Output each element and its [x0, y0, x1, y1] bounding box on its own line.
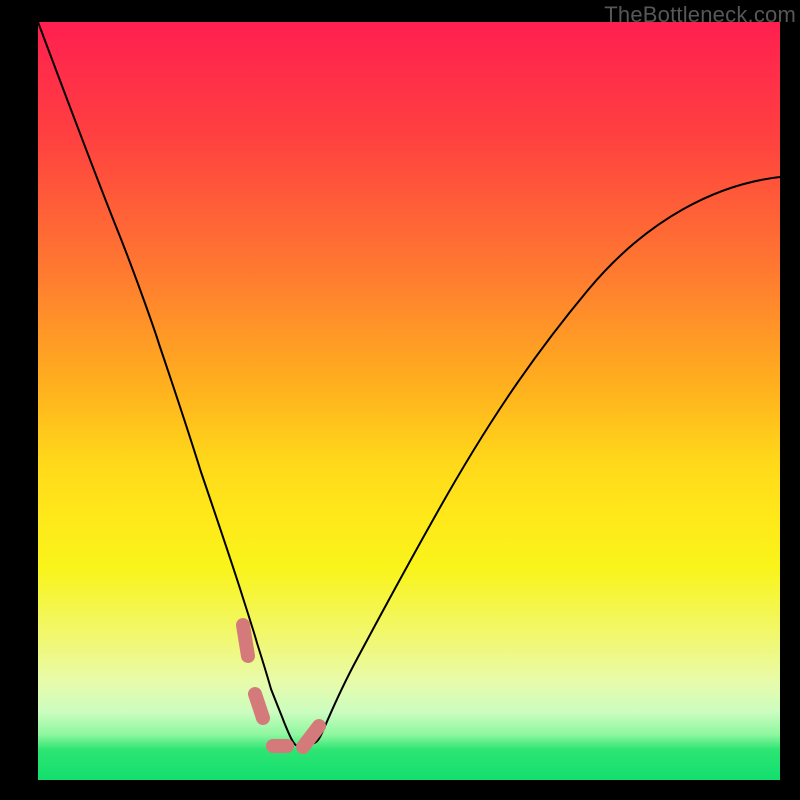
chart-frame: TheBottleneck.com — [0, 0, 800, 800]
watermark-text: TheBottleneck.com — [604, 2, 796, 28]
bottleneck-curve — [38, 22, 780, 746]
bottleneck-chart — [38, 22, 780, 780]
marker-segment — [303, 726, 319, 747]
plot-area — [38, 22, 780, 780]
bottom-marker — [243, 625, 319, 747]
marker-segment — [255, 694, 263, 718]
marker-segment — [243, 625, 248, 656]
